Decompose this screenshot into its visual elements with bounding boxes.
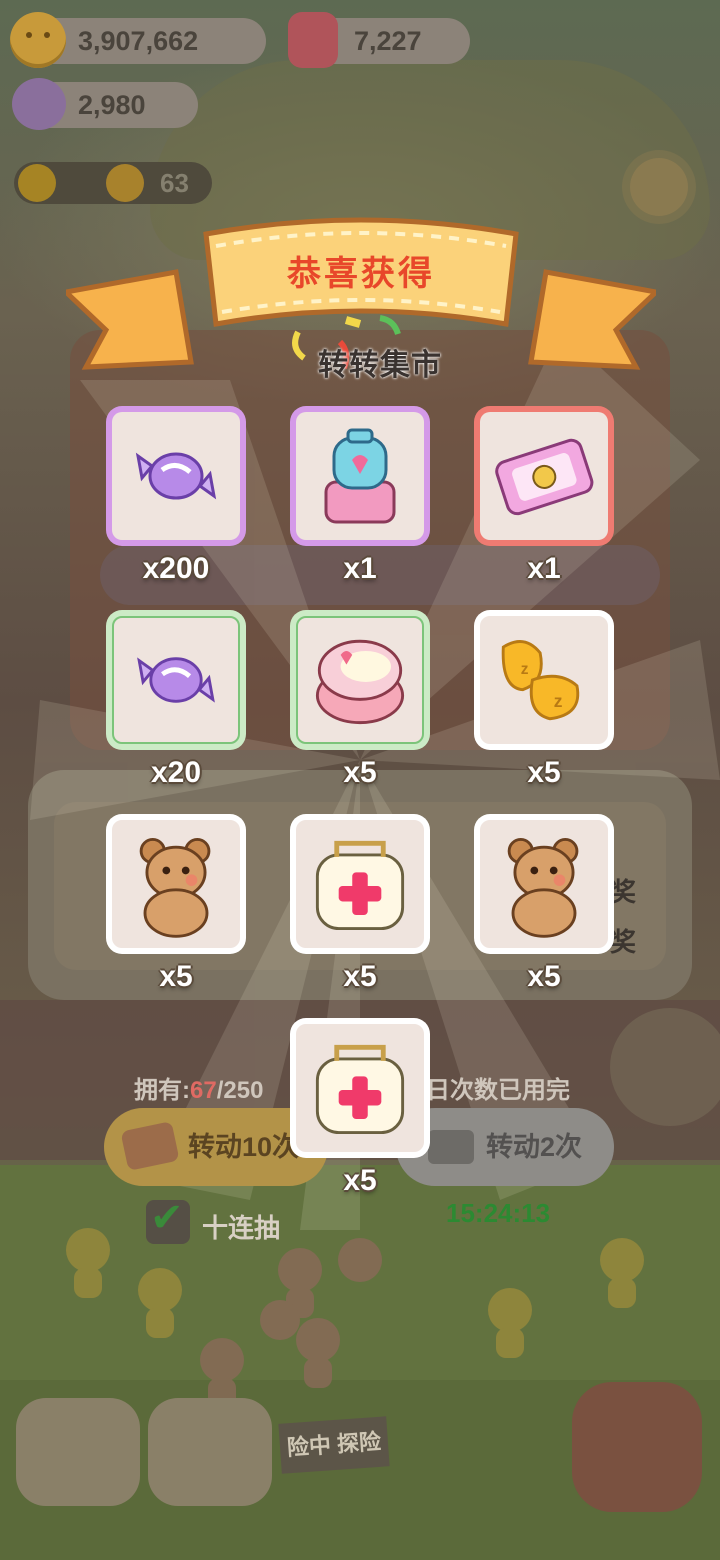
nav-shop-building[interactable] [572,1382,702,1512]
candy-icon [137,657,215,703]
first-aid-kit-icon [315,1044,405,1135]
nav-explore-sign[interactable]: 险中 探险 [278,1416,390,1474]
daily-limit-text: 日次数已用完 [426,1077,570,1104]
reward-quantity: x20 [150,756,202,789]
svg-text:z: z [521,661,529,678]
first-aid-kit-icon [315,840,405,931]
reward-card[interactable] [290,610,430,750]
reward-quantity: x200 [142,552,210,585]
reward-quantity: x5 [159,960,193,993]
spin-2-label: 转动2次 [486,1132,583,1162]
owned-count: 拥有:67/250 [134,1070,263,1105]
reward-card[interactable] [290,406,430,546]
cooldown-timer: 15:24:13 [446,1198,551,1228]
slippers-icon: z z [501,640,580,721]
reward-quantity: x5 [343,1164,377,1197]
reward-card[interactable] [106,610,246,750]
nav-calendar[interactable] [148,1398,272,1506]
sun-icon [18,164,56,202]
gem-counter[interactable]: 7,227 [288,12,470,68]
candy-counter[interactable]: 2,980 [12,78,198,130]
video-icon [428,1130,474,1164]
reward-quantity: x1 [343,552,377,585]
ticket-icon [120,1121,180,1171]
cookie-coin-icon [10,12,66,68]
owned-total: /250 [216,1077,264,1104]
sun-counter: 63 [14,162,212,204]
reward-quantity: x5 [343,960,377,993]
nav-mushroom-house[interactable] [16,1398,140,1506]
sun-count-value: 63 [160,168,189,198]
reward-card[interactable] [106,406,246,546]
reward-quantity: x1 [527,552,561,585]
svg-text:z: z [554,691,563,711]
reward-quantity: x5 [527,960,561,993]
reward-card[interactable] [474,814,614,954]
check-icon: ✔ [150,1196,184,1240]
ticket-icon [495,438,594,516]
reward-card[interactable]: z z [474,610,614,750]
market-name-label: 转转集市 [318,349,442,382]
coin-counter[interactable]: 3,907,662 [10,12,266,68]
coin-value: 3,907,662 [78,26,199,56]
candy-icon [12,78,66,130]
popup-title: 恭喜获得 [287,255,435,293]
pink-crystal-icon [288,12,338,68]
reward-card[interactable] [290,1018,430,1158]
settings-gear-icon[interactable] [630,158,688,216]
teddy-bear-icon [139,837,211,938]
character-face-icon [106,164,144,202]
perfume-bottle-icon [324,428,396,524]
owned-label: 拥有: [134,1077,190,1104]
reward-card[interactable] [106,814,246,954]
cake-icon [315,639,405,725]
candy-value: 2,980 [78,90,146,120]
gem-value: 7,227 [354,26,422,56]
reward-quantity: x5 [343,756,377,789]
teddy-bear-icon [507,837,579,938]
reward-card[interactable] [290,814,430,954]
candy-icon [135,452,217,500]
owned-value: 67 [190,1077,217,1104]
mole-character-button[interactable] [610,1008,720,1126]
reward-card[interactable] [474,406,614,546]
reward-quantity: x5 [527,756,561,789]
ten-draw-label: 十连抽 [202,1213,281,1243]
